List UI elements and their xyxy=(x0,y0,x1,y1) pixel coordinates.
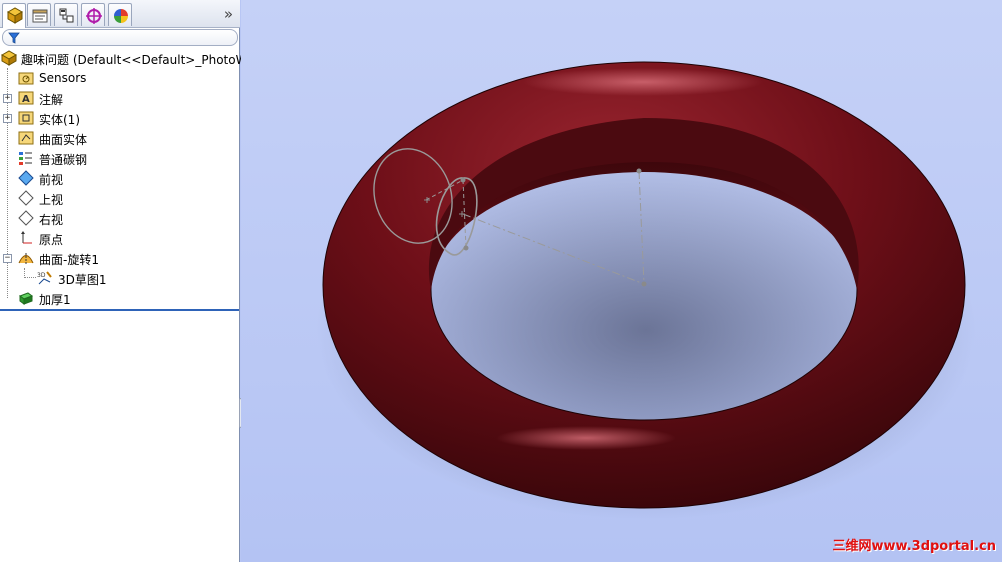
configuration-manager-tab[interactable] xyxy=(54,3,78,26)
property-manager-tab[interactable] xyxy=(27,3,51,26)
feature-manager-tabbar: » xyxy=(0,0,240,28)
torus-highlight-bottom xyxy=(496,426,676,450)
tree-item-right-plane[interactable]: 右视 xyxy=(0,208,239,228)
svg-text:A: A xyxy=(22,94,30,105)
tree-item-front-plane[interactable]: 前视 xyxy=(0,168,239,188)
rollback-bar[interactable] xyxy=(0,309,239,311)
tree-root-label: 趣味问题 (Default<<Default>_PhotoW xyxy=(21,53,248,67)
tree-item-label: 前视 xyxy=(39,173,64,187)
dimxpert-manager-icon xyxy=(86,8,102,24)
filter-icon xyxy=(8,32,20,44)
tree-item-surface-bodies[interactable]: 曲面实体 xyxy=(0,128,239,148)
origin-icon xyxy=(21,231,32,244)
property-manager-icon xyxy=(32,9,48,23)
feature-manager-tree-icon xyxy=(6,7,24,24)
tree-item-annotations[interactable]: + A 注解 xyxy=(0,88,239,108)
tree-item-label: 注解 xyxy=(39,93,64,107)
plane-icon xyxy=(18,170,34,186)
sketch-point[interactable] xyxy=(636,168,642,174)
tree-child-connector xyxy=(24,268,36,278)
surface-bodies-folder-icon xyxy=(18,131,34,145)
3d-sketch-icon: 3D xyxy=(37,271,52,285)
tree-item-label: 右视 xyxy=(39,213,64,227)
tree-item-3d-sketch[interactable]: 3D 3D草图1 xyxy=(0,268,239,288)
torus-model-render[interactable] xyxy=(241,0,1002,562)
collapse-toggle[interactable]: − xyxy=(3,254,12,263)
dimxpert-manager-tab[interactable] xyxy=(81,3,105,26)
sketch-point[interactable] xyxy=(460,177,466,183)
annotations-icon: A xyxy=(18,91,34,105)
tree-item-label: 曲面-旋转1 xyxy=(39,253,99,267)
sketch-point[interactable] xyxy=(641,281,647,287)
svg-text:3D: 3D xyxy=(37,272,46,279)
expand-toggle[interactable]: + xyxy=(3,114,12,123)
tree-item-label: 普通碳钢 xyxy=(39,153,88,167)
surface-revolve-icon xyxy=(18,253,34,265)
tree-item-label: 实体(1) xyxy=(39,113,80,127)
sketch-point[interactable] xyxy=(463,245,469,251)
torus-highlight-top xyxy=(523,68,763,96)
material-icon xyxy=(19,152,32,165)
thicken-icon xyxy=(18,292,34,305)
display-manager-tab[interactable] xyxy=(108,3,132,26)
tree-item-label: 原点 xyxy=(39,233,64,247)
display-manager-icon xyxy=(114,9,128,23)
tree-filter-input[interactable] xyxy=(2,29,238,46)
watermark-text: 三维网www.3dportal.cn xyxy=(832,539,996,554)
tree-item-solid-bodies[interactable]: + 实体(1) xyxy=(0,108,239,128)
expand-toggle[interactable]: + xyxy=(3,94,12,103)
sensors-folder-icon xyxy=(18,72,34,85)
tree-item-thicken[interactable]: 加厚1 xyxy=(0,288,239,308)
tree-item-label: 上视 xyxy=(39,193,64,207)
tree-item-surface-revolve[interactable]: − 曲面-旋转1 xyxy=(0,248,239,268)
tree-item-top-plane[interactable]: 上视 xyxy=(0,188,239,208)
tree-item-label: 加厚1 xyxy=(39,293,71,307)
part-icon xyxy=(1,50,17,66)
configuration-manager-icon xyxy=(59,8,74,23)
graphics-viewport[interactable]: 三维网www.3dportal.cn xyxy=(241,0,1002,562)
tree-item-origin[interactable]: 原点 xyxy=(0,228,239,248)
more-tabs-button[interactable]: » xyxy=(224,5,233,23)
feature-manager-tree-tab[interactable] xyxy=(2,3,26,28)
tree-item-label: 曲面实体 xyxy=(39,133,88,147)
tree-item-label: Sensors xyxy=(39,71,87,85)
solid-bodies-folder-icon xyxy=(18,111,34,125)
tree-root-part[interactable]: 趣味问题 (Default<<Default>_PhotoW xyxy=(0,48,247,68)
tree-item-material[interactable]: 普通碳钢 xyxy=(0,148,239,168)
tree-item-label: 3D草图1 xyxy=(58,273,107,287)
plane-icon xyxy=(18,210,34,226)
plane-icon xyxy=(18,190,34,206)
feature-manager-panel: » 趣味问题 (Default<<Default>_PhotoW Sensors xyxy=(0,0,247,562)
tree-item-sensors[interactable]: Sensors xyxy=(0,68,239,88)
